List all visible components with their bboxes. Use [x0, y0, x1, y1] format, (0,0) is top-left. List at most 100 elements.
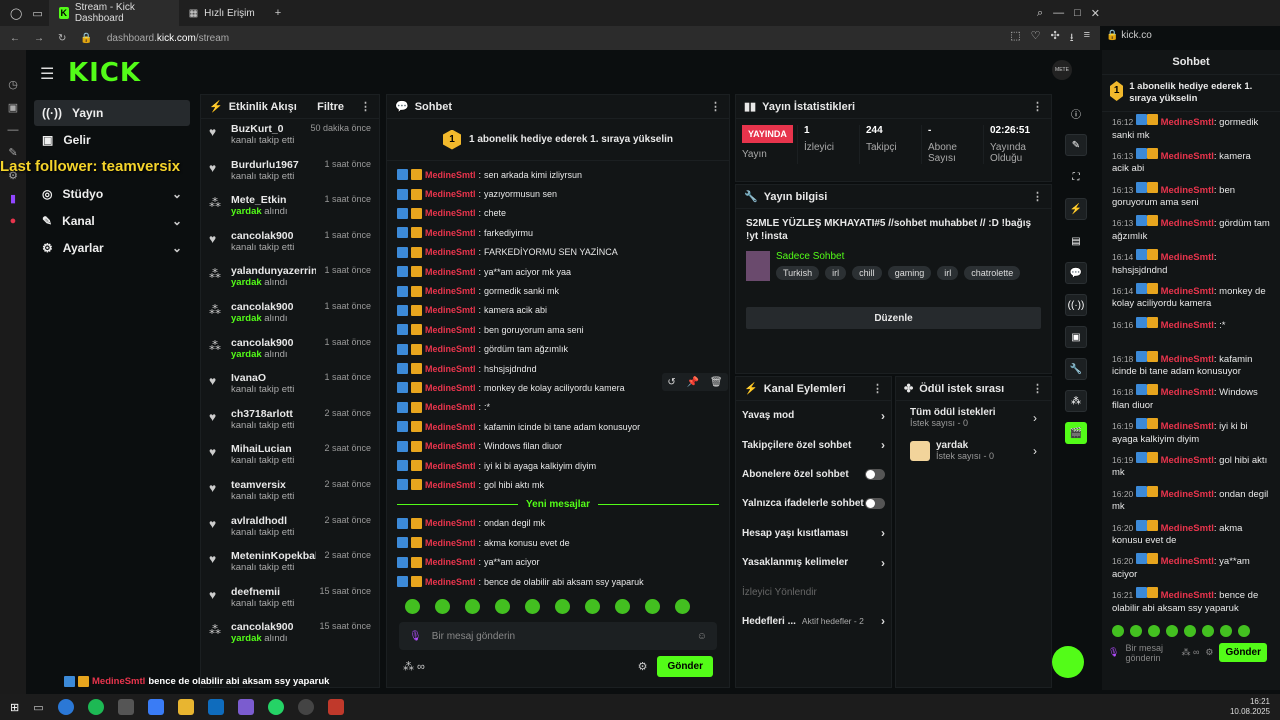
info-icon[interactable]: ⓘ	[1065, 102, 1087, 124]
chat-message[interactable]: MedineSmtl: kafamin icinde bi tane adam k…	[397, 417, 719, 436]
menu-icon[interactable]: ≡	[1084, 29, 1090, 48]
chat-message[interactable]: MedineSmtl: FARKEDİYORMU SEN YAZİNCA	[397, 243, 719, 262]
windows-start-icon[interactable]: ⊞	[10, 701, 19, 714]
side-send-button[interactable]: Gönder	[1219, 643, 1267, 663]
activity-item[interactable]: ♥ deefnemii kanalı takip etti 15 saat ön…	[201, 582, 379, 618]
emote-icon[interactable]	[615, 599, 630, 615]
chat-message[interactable]: MedineSmtl: chete	[397, 204, 719, 223]
emote-icon[interactable]	[1202, 624, 1214, 637]
emote-icon[interactable]	[465, 599, 480, 615]
avatar[interactable]: METE	[1052, 60, 1072, 80]
chat-message[interactable]: MedineSmtl: bence de olabilir abi aksam s…	[397, 572, 719, 591]
activity-item[interactable]: ♥ BuzKurt_0 kanalı takip etti 50 dakika …	[201, 119, 379, 155]
points-icon[interactable]: ⁂ ∞	[403, 660, 425, 673]
emotes-only-toggle[interactable]	[865, 498, 885, 510]
followers-only-row[interactable]: Takipçilere özel sohbet ›	[736, 430, 891, 459]
emote-icon[interactable]	[555, 599, 570, 615]
side-chat-message[interactable]: 16:12 MedineSmtl: gormedik sanki mk	[1102, 112, 1280, 146]
chat-message[interactable]: MedineSmtl: kamera acik abi	[397, 301, 719, 320]
activity-item[interactable]: ♥ avlraldhodl kanalı takip etti 2 saat ö…	[201, 511, 379, 547]
document-icon[interactable]: ▤	[1065, 230, 1087, 252]
browser-menu-icon[interactable]: ◯	[0, 7, 32, 20]
nav-item-ayarlar[interactable]: ⚙ Ayarlar ⌄	[34, 235, 190, 261]
menu-toggle-icon[interactable]: ☰	[40, 64, 54, 84]
spotify-icon[interactable]	[87, 699, 104, 715]
record-icon[interactable]: ●	[10, 215, 17, 227]
chat-message[interactable]: MedineSmtl: farkediyirmu	[397, 223, 719, 242]
side-chat-message[interactable]: 16:20 MedineSmtl: ya**am aciyor	[1102, 551, 1280, 585]
chat-message[interactable]: MedineSmtl: iyi ki bi ayaga kalkiyim diyi…	[397, 456, 719, 475]
emote-icon[interactable]	[1166, 624, 1178, 637]
obs-icon[interactable]	[297, 699, 314, 715]
side-pinned-banner[interactable]: 1 1 abonelik hediye ederek 1. sıraya yük…	[1102, 75, 1280, 112]
side-chat-message[interactable]: 16:20 MedineSmtl: ondan degil mk	[1102, 484, 1280, 518]
wrench-tool-icon[interactable]: 🔧	[1065, 358, 1087, 380]
side-chat-message[interactable]: 16:13 MedineSmtl: ben goruyorum ama seni	[1102, 180, 1280, 214]
activity-item[interactable]: ♥ MihaiLucian kanalı takip etti 2 saat ö…	[201, 439, 379, 475]
stack-icon[interactable]: ▣	[1065, 326, 1087, 348]
chat-message[interactable]: MedineSmtl: yazıyormusun sen	[397, 184, 719, 203]
chat-message[interactable]: MedineSmtl::*	[397, 398, 719, 417]
reward-all-row[interactable]: Tüm ödül istekleri İstek sayısı - 0 ›	[896, 401, 1051, 434]
minimize-icon[interactable]: —	[1053, 7, 1064, 20]
nav-item-kanal[interactable]: ✎ Kanal ⌄	[34, 208, 190, 234]
heart-icon[interactable]: ♡	[1031, 29, 1041, 48]
kick-logo[interactable]: KICK	[68, 58, 141, 88]
nav-item-yayin[interactable]: ((·)) Yayın	[34, 100, 190, 126]
emote-icon[interactable]	[405, 599, 420, 615]
whatsapp-icon[interactable]	[267, 699, 284, 715]
slow-mode-row[interactable]: Yavaş mod ›	[736, 401, 891, 430]
emote-icon[interactable]	[645, 599, 660, 615]
emote-icon[interactable]	[525, 599, 540, 615]
tag-chip[interactable]: chill	[852, 266, 882, 280]
chat-message[interactable]: MedineSmtl: gördüm tam ağzımlık	[397, 340, 719, 359]
emote-icon[interactable]	[585, 599, 600, 615]
url-field[interactable]: dashboard.kick.com/stream	[107, 33, 229, 44]
bolt-tool-icon[interactable]: ⚡	[1065, 198, 1087, 220]
wallet-icon[interactable]: ▣	[8, 101, 18, 114]
activity-item[interactable]: ⁂ cancolak900 yardak alındı 1 saat önce	[201, 297, 379, 333]
mic-icon[interactable]: 🎙	[1108, 647, 1119, 658]
new-tab-icon[interactable]: +	[265, 7, 291, 19]
activity-item[interactable]: ♥ ch3718arlott kanalı takip etti 2 saat …	[201, 404, 379, 440]
pin-icon[interactable]: 📌	[687, 377, 699, 388]
account-age-row[interactable]: Hesap yaşı kısıtlaması ›	[736, 519, 891, 548]
more-icon[interactable]: ⋮	[710, 100, 721, 113]
side-chat-message[interactable]: 16:19 MedineSmtl: iyi ki bi ayaga kalkiy…	[1102, 416, 1280, 450]
tag-chip[interactable]: Turkish	[776, 266, 820, 280]
chat-message[interactable]: MedineSmtl: gol hibi aktı mk	[397, 475, 719, 494]
undo-icon[interactable]: ↺	[667, 377, 675, 388]
download-icon[interactable]: ⭳	[1070, 29, 1074, 48]
search-icon[interactable]: ⌕	[1037, 7, 1043, 20]
chat-message[interactable]: MedineSmtl: sen arkada kimi izliyrsun	[397, 165, 719, 184]
chat-message[interactable]: MedineSmtl: ben goruyorum ama seni	[397, 320, 719, 339]
emote-icon[interactable]	[1130, 624, 1142, 637]
activity-item[interactable]: ⁂ cancolak900 yardak alındı 15 saat önce	[201, 617, 379, 653]
task-view-icon[interactable]: ▭	[33, 701, 43, 714]
back-icon[interactable]: ←	[10, 33, 20, 44]
side-input-placeholder[interactable]: Bir mesaj gönderin	[1125, 643, 1175, 663]
activity-item[interactable]: ⁂ cancolak900 yardak alındı 1 saat önce	[201, 333, 379, 369]
side-chat-message[interactable]: 16:13 MedineSmtl: gördüm tam ağzımlık	[1102, 213, 1280, 247]
outlook-icon[interactable]	[207, 699, 224, 715]
chat-message[interactable]: MedineSmtl: ondan degil mk	[397, 514, 719, 533]
chat-message[interactable]: MedineSmtl: Windows filan diuor	[397, 436, 719, 455]
more-icon[interactable]: ⋮	[1032, 190, 1043, 203]
store-icon[interactable]	[117, 699, 134, 715]
pinned-banner[interactable]: 1 1 abonelik hediye ederek 1. sıraya yük…	[387, 119, 729, 161]
side-chat-message[interactable]: 16:18 MedineSmtl: Windows filan diuor	[1102, 382, 1280, 416]
support-chat-button[interactable]	[1052, 646, 1084, 678]
reward-item-row[interactable]: yardak İstek sayısı - 0 ›	[896, 434, 1051, 467]
chat-tool-icon[interactable]: 💬	[1065, 262, 1087, 284]
maximize-icon[interactable]: □	[1074, 7, 1081, 20]
side-chat-message[interactable]: 16:14 MedineSmtl: monkey de kolay aciliy…	[1102, 281, 1280, 315]
emote-icon[interactable]	[1148, 624, 1160, 637]
points-tool-icon[interactable]: ⁂	[1065, 390, 1087, 412]
emote-icon[interactable]	[1184, 624, 1196, 637]
side-chat-message[interactable]: 16:18 MedineSmtl: kafamin icinde bi tane…	[1102, 349, 1280, 383]
expand-icon[interactable]: ⛶	[1065, 166, 1087, 188]
tag-chip[interactable]: irl	[937, 266, 959, 280]
gear-icon[interactable]: ⚙	[1205, 647, 1213, 658]
chat-message[interactable]: MedineSmtl: ya**am aciyor mk yaa	[397, 262, 719, 281]
mic-icon[interactable]: 🎙	[409, 631, 422, 642]
